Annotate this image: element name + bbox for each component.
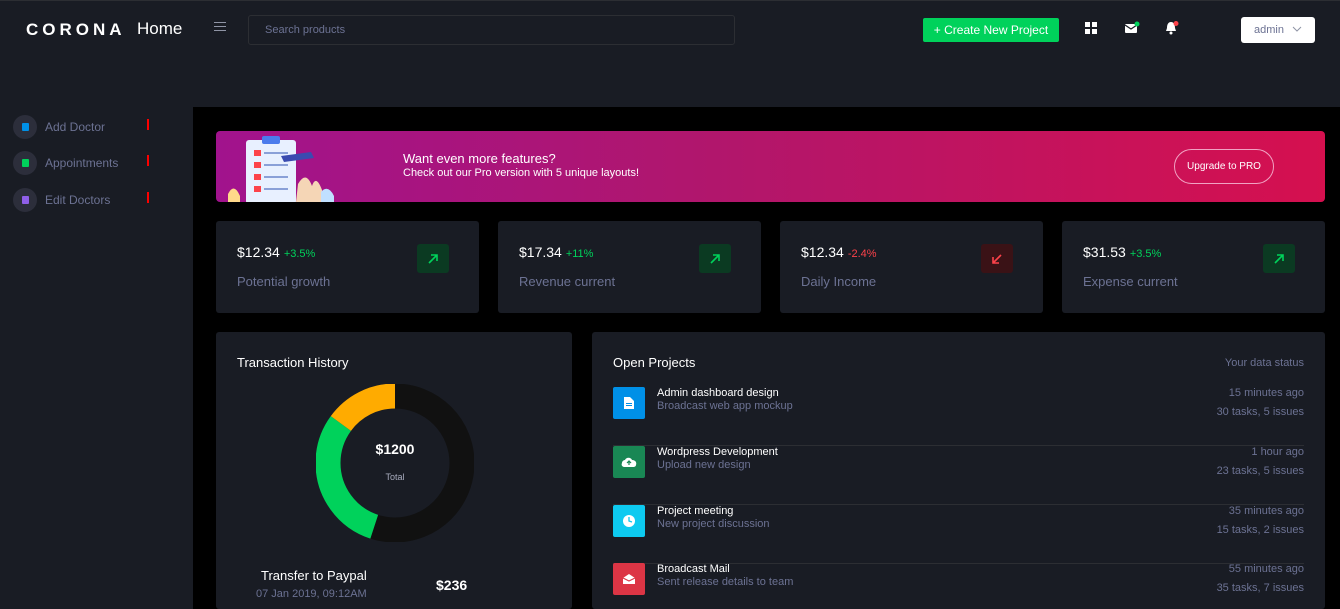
mail-icon[interactable]: [1124, 21, 1140, 35]
transaction-date: 07 Jan 2019, 09:12AM: [256, 588, 367, 600]
chevron-down-icon: [1292, 26, 1302, 32]
project-item[interactable]: Admin dashboard design Broadcast web app…: [613, 387, 1304, 446]
project-tasks: 23 tasks, 5 issues: [1216, 465, 1304, 477]
project-name: Project meeting: [657, 505, 734, 517]
stat-card-revenue-current: $17.34 +11% Revenue current: [498, 221, 761, 313]
stat-label: Revenue current: [519, 274, 616, 289]
project-description: New project discussion: [657, 518, 770, 530]
sidebar-item-appointments[interactable]: Appointments: [13, 150, 183, 176]
banner-subtitle: Check out our Pro version with 5 unique …: [403, 167, 640, 179]
arrow-up-right-icon: [699, 244, 731, 273]
project-time: 55 minutes ago: [1228, 563, 1304, 575]
stat-amount: $31.53: [1083, 244, 1126, 260]
user-menu-dropdown[interactable]: admin: [1241, 17, 1315, 43]
document-icon: [13, 115, 37, 139]
open-projects-title: Open Projects: [613, 355, 696, 370]
stat-change: +3.5%: [283, 248, 316, 260]
project-name: Broadcast Mail: [657, 563, 730, 575]
document-glyph: [21, 196, 29, 204]
project-time: 35 minutes ago: [1228, 505, 1304, 517]
stat-change: -2.4%: [847, 248, 877, 260]
donut-total-label: Total: [385, 472, 405, 482]
header-band: [0, 58, 1340, 107]
cloud-upload-icon: [613, 446, 645, 478]
sidebar-item-edit-doctors[interactable]: Edit Doctors: [13, 187, 183, 213]
stat-label: Potential growth: [237, 274, 331, 289]
transaction-donut-chart: $1200 Total: [315, 383, 475, 543]
transaction-history-card: Transaction History $1200 Total Transfer…: [216, 332, 572, 609]
transaction-history-title: Transaction History: [237, 355, 349, 370]
bell-icon[interactable]: [1165, 21, 1179, 35]
project-item[interactable]: Broadcast Mail Sent release details to t…: [613, 563, 1304, 609]
create-project-button[interactable]: + Create New Project: [923, 18, 1059, 42]
brand-logo[interactable]: CORONA: [26, 20, 126, 40]
project-description: Upload new design: [657, 459, 751, 471]
open-projects-card: Open Projects Your data status Admin das…: [592, 332, 1325, 609]
document-icon: [13, 188, 37, 212]
upgrade-pro-button[interactable]: Upgrade to PRO: [1174, 149, 1274, 184]
grid-icon[interactable]: [1085, 21, 1099, 35]
project-time: 15 minutes ago: [1228, 387, 1304, 399]
document-glyph: [21, 159, 29, 167]
project-name: Wordpress Development: [657, 446, 778, 458]
transaction-amount: $236: [436, 577, 468, 593]
donut-total-amount: $1200: [375, 441, 415, 457]
data-status-label: Your data status: [1224, 357, 1304, 369]
sidebar-indicator: [147, 119, 149, 130]
menu-toggle-icon[interactable]: [214, 22, 226, 36]
project-description: Broadcast web app mockup: [657, 400, 793, 412]
document-icon: [13, 151, 37, 175]
top-navbar: CORONA Home + Create New Project admin: [0, 0, 1340, 58]
project-time: 1 hour ago: [1251, 446, 1304, 458]
clipboard-illustration: [228, 136, 334, 202]
stat-card-potential-growth: $12.34 +3.5% Potential growth: [216, 221, 479, 313]
document-glyph: [21, 123, 29, 131]
page-title: Home: [137, 19, 183, 38]
stat-label: Expense current: [1083, 274, 1178, 289]
sidebar-item-label: Edit Doctors: [45, 193, 111, 207]
arrow-up-right-icon: [417, 244, 449, 273]
promo-banner: Want even more features? Check out our P…: [216, 131, 1325, 202]
sidebar: Add Doctor Appointments Edit Doctors: [0, 107, 193, 609]
project-item[interactable]: Project meeting New project discussion 3…: [613, 505, 1304, 564]
sidebar-item-label: Add Doctor: [45, 120, 106, 134]
mail-open-icon: [613, 563, 645, 595]
file-icon: [613, 387, 645, 419]
banner-title: Want even more features?: [403, 151, 556, 166]
stat-amount: $12.34: [801, 244, 844, 260]
stat-card-daily-income: $12.34 -2.4% Daily Income: [780, 221, 1043, 313]
project-tasks: 35 tasks, 7 issues: [1216, 582, 1304, 594]
search-input[interactable]: [248, 15, 735, 45]
project-description: Sent release details to team: [657, 576, 794, 588]
stat-card-expense-current: $31.53 +3.5% Expense current: [1062, 221, 1325, 313]
project-tasks: 30 tasks, 5 issues: [1216, 406, 1304, 418]
arrow-up-right-icon: [1263, 244, 1295, 273]
sidebar-item-label: Appointments: [45, 156, 119, 170]
sidebar-indicator: [147, 192, 149, 203]
stat-amount: $12.34: [237, 244, 280, 260]
project-name: Admin dashboard design: [657, 387, 779, 399]
stat-change: +3.5%: [1129, 248, 1162, 260]
stat-label: Daily Income: [801, 274, 877, 289]
clock-icon: [613, 505, 645, 537]
user-name: admin: [1254, 24, 1284, 36]
project-tasks: 15 tasks, 2 issues: [1216, 524, 1304, 536]
stat-amount: $17.34: [519, 244, 562, 260]
project-item[interactable]: Wordpress Development Upload new design …: [613, 446, 1304, 505]
transaction-title: Transfer to Paypal: [261, 568, 367, 583]
stat-change: +11%: [565, 248, 594, 260]
sidebar-indicator: [147, 155, 149, 166]
arrow-down-left-icon: [981, 244, 1013, 273]
sidebar-item-add-doctor[interactable]: Add Doctor: [13, 114, 183, 140]
